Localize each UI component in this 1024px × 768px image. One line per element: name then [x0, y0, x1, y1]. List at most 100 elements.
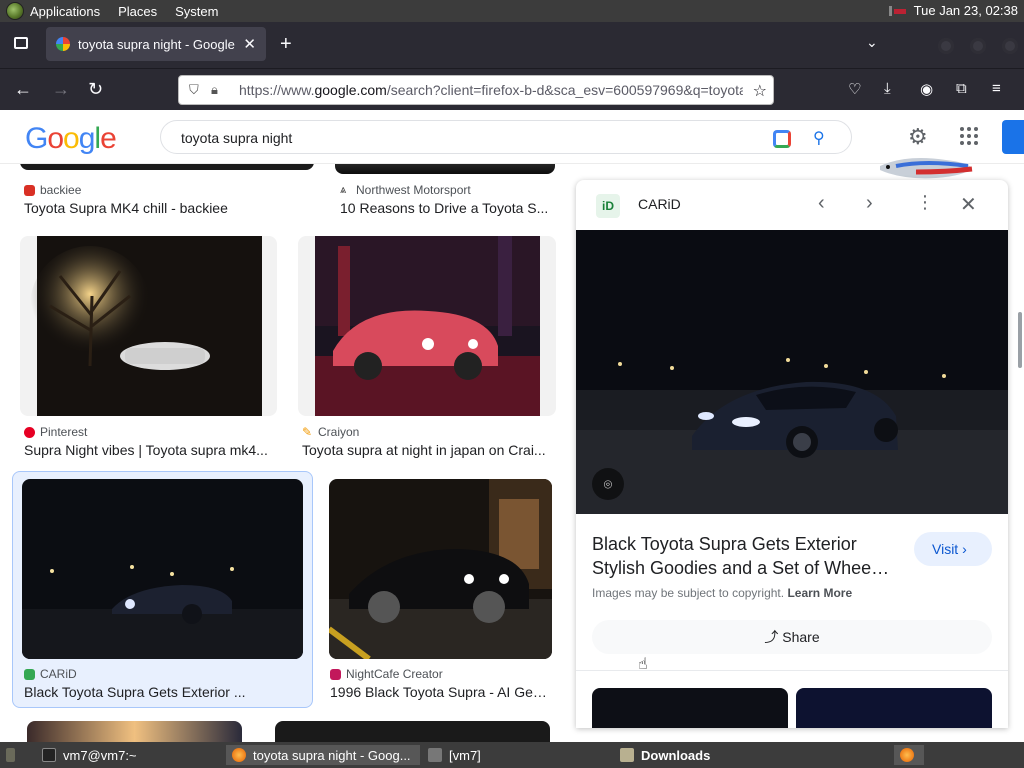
- hand-pointer-cursor-icon: ☝: [638, 656, 648, 673]
- result-caption[interactable]: 1996 Black Toyota Supra - AI Gen...: [330, 684, 552, 700]
- northwest-favicon-icon: ⩓: [340, 183, 347, 196]
- menu-hamburger-icon[interactable]: ≡: [992, 80, 1001, 97]
- google-favicon-icon: [56, 37, 70, 51]
- menu-places[interactable]: Places: [118, 4, 157, 19]
- firefox-workspace-icon: [900, 748, 914, 762]
- google-lens-icon[interactable]: [773, 130, 791, 148]
- downloads-icon[interactable]: ⤓: [884, 80, 891, 97]
- search-inside-image-icon[interactable]: ⌾: [592, 468, 624, 500]
- list-all-tabs-chevron-icon[interactable]: ⌄: [866, 34, 878, 51]
- result-caption[interactable]: Toyota supra at night in japan on Crai..…: [302, 442, 554, 458]
- close-panel-icon[interactable]: ✕: [960, 192, 977, 217]
- extensions-icon[interactable]: ⧉: [956, 80, 967, 97]
- pocket-icon[interactable]: ♡: [848, 80, 861, 98]
- carid-site-icon[interactable]: iD: [596, 194, 620, 218]
- visit-button[interactable]: Visit ›: [914, 532, 992, 566]
- google-apps-grid-icon[interactable]: [960, 127, 978, 145]
- result-caption[interactable]: Supra Night vibes | Toyota supra mk4...: [24, 442, 280, 458]
- new-tab-icon[interactable]: +: [280, 34, 292, 54]
- close-window-icon[interactable]: [1002, 38, 1018, 54]
- panel-site-name[interactable]: CARiD: [638, 196, 681, 212]
- page-scrollbar[interactable]: [1018, 312, 1022, 368]
- result-image-carid[interactable]: [22, 479, 303, 659]
- carid-favicon-icon: [24, 668, 35, 680]
- visit-chevron-icon: ›: [962, 541, 967, 557]
- result-source[interactable]: CARiD: [24, 667, 77, 681]
- result-card-craiyon[interactable]: [298, 236, 556, 416]
- result-image-nightcafe[interactable]: [329, 479, 552, 659]
- clock[interactable]: Tue Jan 23, 02:38: [914, 3, 1018, 18]
- tab-overview-icon[interactable]: [14, 37, 28, 49]
- folder-icon: [620, 748, 634, 762]
- nightcafe-favicon-icon: [330, 668, 341, 680]
- result-caption[interactable]: Black Toyota Supra Gets Exterior ...: [24, 684, 304, 700]
- next-result-chevron-icon[interactable]: ›: [866, 192, 873, 215]
- google-logo[interactable]: Google: [25, 122, 117, 156]
- url-text[interactable]: https://www.google.com/search?client=fir…: [239, 82, 743, 98]
- more-options-icon[interactable]: ⋮: [916, 192, 934, 213]
- result-caption[interactable]: Toyota Supra MK4 chill - backiee: [24, 200, 314, 216]
- result-image-row4-left[interactable]: [27, 721, 242, 742]
- url-bar[interactable]: ⛉ 🔒︎ https://www.google.com/search?clien…: [178, 75, 774, 105]
- taskbar-item-terminal[interactable]: vm7@vm7:~: [36, 745, 222, 765]
- tab-title: toyota supra night - Google: [78, 36, 235, 52]
- related-image-2[interactable]: [796, 688, 992, 728]
- taskbar-item-vm7[interactable]: [vm7]: [422, 745, 610, 765]
- image-results-grid: backiee Toyota Supra MK4 chill - backiee…: [0, 164, 570, 742]
- close-tab-icon[interactable]: ✕: [243, 35, 256, 53]
- taskbar-item-firefox[interactable]: toyota supra night - Goog...: [226, 745, 420, 765]
- result-source[interactable]: backiee: [24, 183, 81, 197]
- search-icon[interactable]: ⚲: [813, 128, 825, 148]
- result-source[interactable]: ⩓ Northwest Motorsport: [340, 183, 471, 197]
- lock-icon[interactable]: 🔒︎: [211, 83, 225, 97]
- related-image-1[interactable]: [592, 688, 788, 728]
- minimize-window-icon[interactable]: [938, 38, 954, 54]
- panel-header: iD CARiD ‹ › ⋮ ✕: [576, 180, 1008, 230]
- previous-result-chevron-icon[interactable]: ‹: [818, 192, 825, 215]
- result-image-backiee[interactable]: [20, 164, 314, 170]
- maximize-window-icon[interactable]: [970, 38, 986, 54]
- menu-system[interactable]: System: [175, 4, 218, 19]
- sign-in-button[interactable]: [1002, 120, 1024, 154]
- menu-applications[interactable]: Applications: [30, 4, 100, 19]
- settings-gear-icon[interactable]: ⚙: [908, 124, 928, 150]
- browser-tab-active[interactable]: toyota supra night - Google ✕: [46, 27, 266, 61]
- result-source[interactable]: NightCafe Creator: [330, 667, 443, 681]
- pinterest-favicon-icon: [24, 426, 35, 438]
- result-source[interactable]: Pinterest: [24, 425, 87, 439]
- window-icon: [428, 748, 442, 762]
- show-desktop-icon[interactable]: [0, 745, 22, 765]
- network-tray-icon[interactable]: [888, 5, 908, 17]
- learn-more-link[interactable]: Learn More: [787, 586, 852, 600]
- tracking-shield-icon[interactable]: ⛉: [189, 83, 203, 97]
- os-logo-icon[interactable]: [6, 2, 24, 20]
- reload-icon[interactable]: ↻: [88, 79, 103, 99]
- system-panel: Applications Places System Tue Jan 23, 0…: [0, 0, 1024, 22]
- taskbar-item-downloads[interactable]: Downloads: [614, 745, 804, 765]
- navigation-toolbar: ← → ↻ ⛉ 🔒︎ https://www.google.com/search…: [0, 68, 1024, 110]
- result-card-pinterest[interactable]: [20, 236, 277, 416]
- result-image-northwest[interactable]: [335, 164, 555, 174]
- panel-result-title[interactable]: Black Toyota Supra Gets Exterior Stylish…: [592, 532, 892, 580]
- result-image-craiyon[interactable]: [298, 236, 556, 416]
- result-caption[interactable]: 10 Reasons to Drive a Toyota S...: [340, 200, 555, 216]
- firefox-icon: [232, 748, 246, 762]
- result-image-row4-right[interactable]: [275, 721, 550, 742]
- result-card-nightcafe[interactable]: [329, 479, 552, 659]
- back-arrow-icon[interactable]: ←: [14, 79, 32, 99]
- result-image-pinterest[interactable]: [20, 236, 277, 416]
- bookmark-star-icon[interactable]: ☆: [753, 81, 767, 101]
- search-input[interactable]: toyota supra night: [181, 130, 292, 146]
- preview-image[interactable]: [576, 230, 1008, 514]
- google-header: Google toyota supra night ⚲ ⚙: [0, 110, 1024, 164]
- account-icon[interactable]: ◉: [920, 80, 933, 98]
- result-card-carid[interactable]: [22, 479, 303, 659]
- share-icon: ⤴: [764, 629, 779, 645]
- result-source[interactable]: ✎ Craiyon: [302, 425, 359, 439]
- workspace-switcher[interactable]: [894, 745, 924, 765]
- search-box[interactable]: toyota supra night ⚲: [160, 120, 852, 154]
- forward-arrow-icon[interactable]: →: [52, 79, 70, 99]
- share-button[interactable]: ⤴ Share: [592, 620, 992, 654]
- craiyon-favicon-icon: ✎: [302, 424, 313, 439]
- tab-strip: toyota supra night - Google ✕ + ⌄: [0, 22, 1024, 68]
